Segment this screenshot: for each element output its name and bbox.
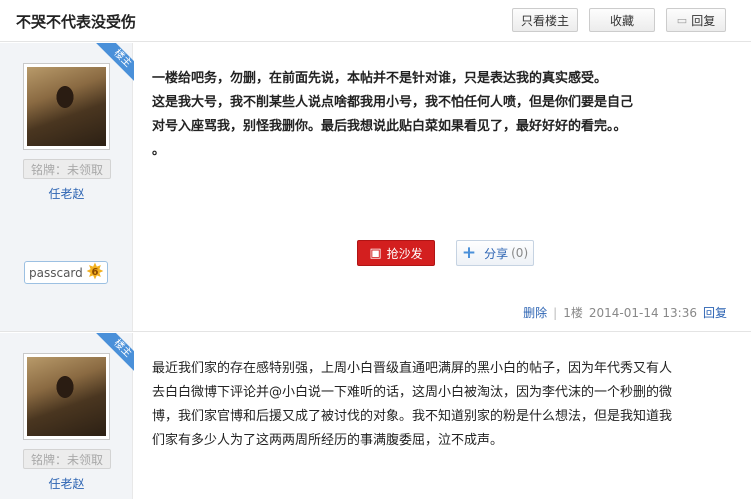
username-link[interactable]: 任老赵: [0, 185, 133, 202]
medal-badge: 铭牌：未领取: [23, 159, 111, 179]
passcard-label: passcard: [29, 265, 83, 280]
op-badge: 楼主: [96, 43, 134, 81]
reply-button[interactable]: ▭ 回复: [666, 8, 726, 32]
content-line: 去白白微博下评论并@小白说一下难听的话，这周小白被淘汰，因为李代沫的一个秒删的微: [152, 385, 673, 400]
author-sidebar: 铭牌：未领取 任老赵 passcard ✸ 6: [0, 43, 133, 331]
medal-badge: 铭牌：未领取: [23, 449, 111, 469]
share-count: (0): [511, 246, 529, 260]
post-floor-2: 铭牌：未领取 任老赵 楼主 最近我们家的存在感特别强，上周小白晋级直通吧满屏的黑…: [0, 333, 751, 499]
content-line: 。: [152, 143, 166, 158]
reply-link[interactable]: 回复: [703, 304, 727, 321]
op-badge: 楼主: [96, 333, 134, 371]
delete-link[interactable]: 删除: [523, 304, 547, 321]
post-floor-1: 铭牌：未领取 任老赵 passcard ✸ 6 楼主 一楼给吧务，勿删，在前面先…: [0, 43, 751, 332]
floor-number: 1楼: [563, 306, 583, 320]
meta-separator: |: [553, 305, 558, 320]
sofa-icon: ▣: [369, 245, 382, 261]
grab-sofa-button[interactable]: ▣ 抢沙发: [357, 240, 435, 266]
plus-icon: +: [461, 243, 477, 263]
share-label: 分享: [484, 246, 509, 261]
passcard-level: 6: [91, 267, 99, 278]
op-ribbon: 楼主: [96, 333, 134, 371]
username-link[interactable]: 任老赵: [0, 475, 133, 492]
reply-button-label: 回复: [691, 13, 716, 28]
content-line: 博，我们家官博和后援又成了被讨伐的对象。我不知道别家的粉是什么想法，但是我知道我: [152, 409, 673, 424]
content-line: 最近我们家的存在感特别强，上周小白晋级直通吧满屏的黑小白的帖子，因为年代秀又有人: [152, 361, 673, 376]
content-line: 一楼给吧务，勿删，在前面先说，本帖并不是针对谁，只是表达我的真实感受。: [152, 71, 608, 86]
grab-sofa-label: 抢沙发: [386, 246, 423, 261]
content-line: 这是我大号，我不削某些人说点啥都我用小号，我不怕任何人喷，但是你们要是自己: [152, 95, 634, 110]
share-button[interactable]: + 分享 (0): [456, 240, 534, 266]
post-meta: 删除 | 1楼 2014-01-14 13:36 回复: [523, 304, 727, 321]
avatar-image: [27, 357, 106, 436]
content-line: 们家有多少人为了这两两周所经历的事满腹委屈，泣不成声。: [152, 433, 504, 448]
favorite-button[interactable]: 收藏: [589, 8, 655, 32]
thread-title: 不哭不代表没受伤: [16, 13, 137, 31]
post-content: 一楼给吧务，勿删，在前面先说，本帖并不是针对谁，只是表达我的真实感受。 这是我大…: [152, 67, 712, 163]
thread-header: 不哭不代表没受伤 只看楼主 收藏 ▭ 回复: [0, 0, 751, 42]
passcard-badge[interactable]: passcard ✸ 6: [24, 261, 108, 284]
only-op-button[interactable]: 只看楼主: [512, 8, 578, 32]
avatar-image: [27, 67, 106, 146]
content-line: 对号入座骂我，别怪我删你。最后我想说此贴白菜如果看见了，最好好好的看完。。: [152, 119, 627, 134]
post-content: 最近我们家的存在感特别强，上周小白晋级直通吧满屏的黑小白的帖子，因为年代秀又有人…: [152, 357, 712, 453]
op-ribbon: 楼主: [96, 43, 134, 81]
comment-icon: ▭: [676, 13, 688, 27]
post-time: 2014-01-14 13:36: [588, 305, 697, 320]
